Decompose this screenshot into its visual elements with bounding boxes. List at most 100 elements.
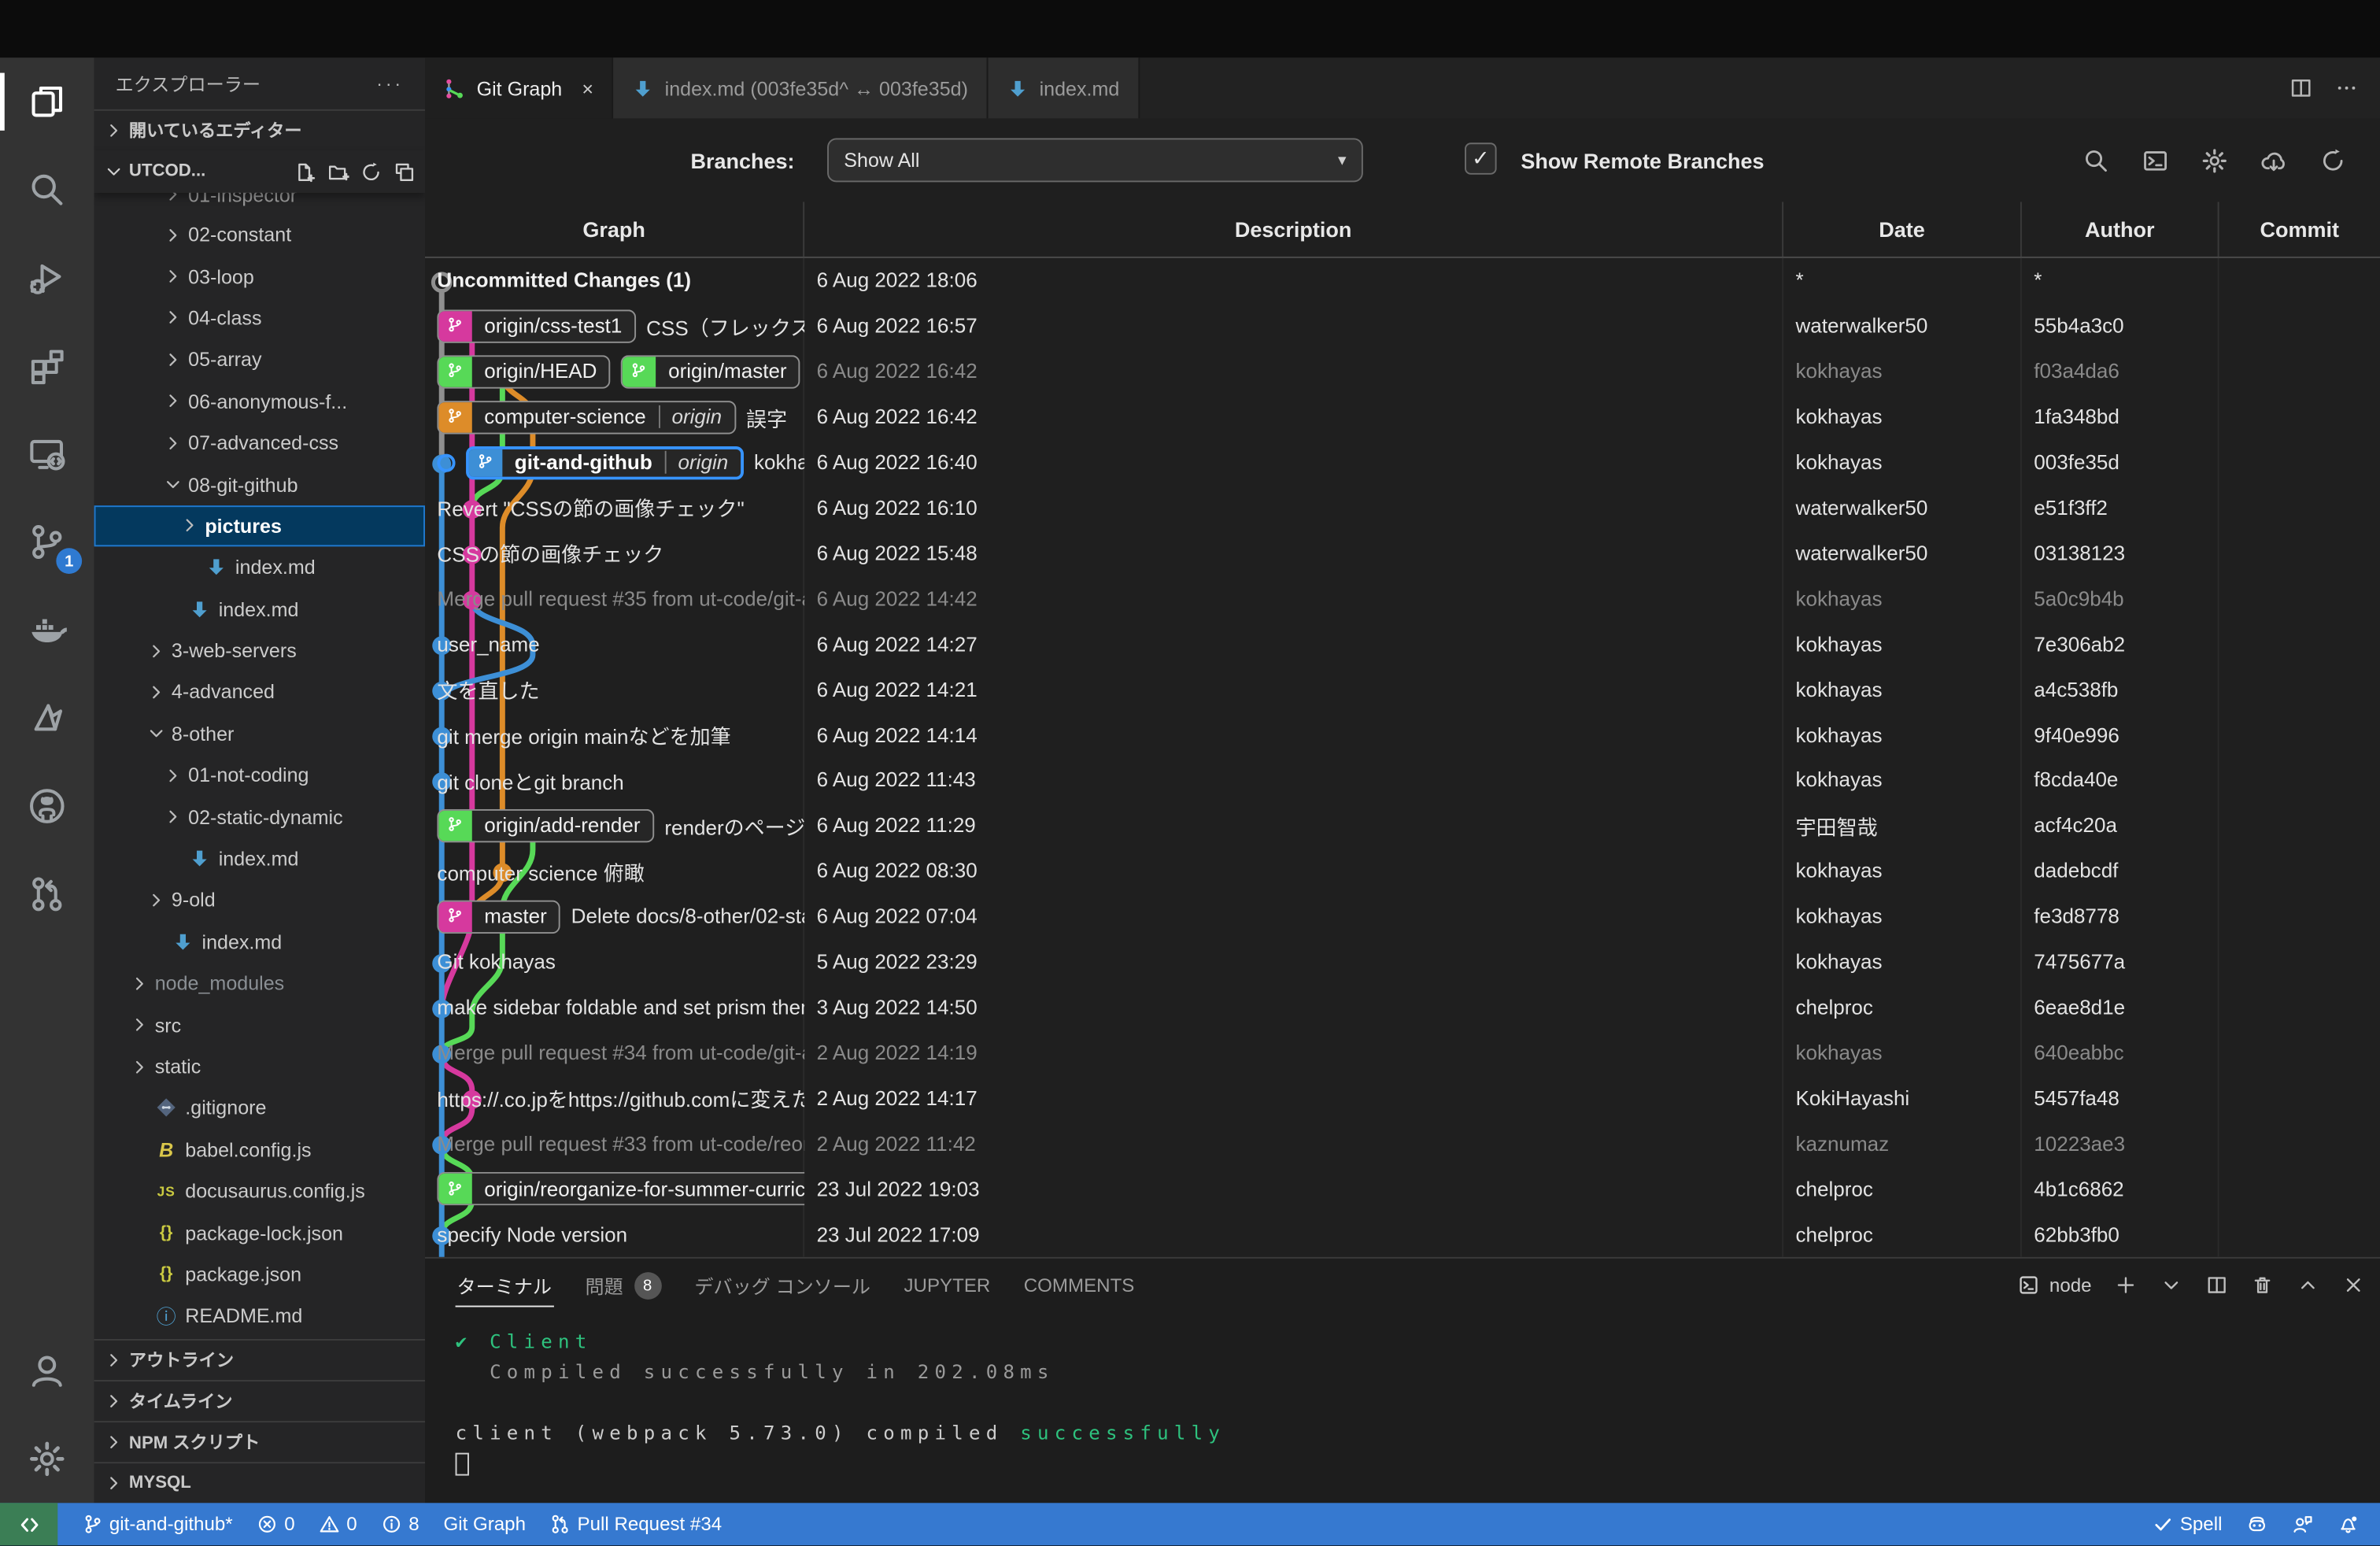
status-item-copilot-icon[interactable] [2246,1514,2267,1535]
panel-chevron-up-icon[interactable] [2297,1274,2319,1296]
activity-item-debug-icon[interactable] [0,234,94,322]
activity-item-origami-extension-icon[interactable] [0,674,94,762]
tree-item-01-inspector[interactable]: 01-inspector [94,193,425,214]
tree-item-06-anonymous-f...[interactable]: 06-anonymous-f... [94,380,425,422]
tree-item-babel.config.js[interactable]: Bbabel.config.js [94,1129,425,1171]
status-item-0[interactable]: 0 [257,1514,295,1535]
commit-row[interactable]: https://.co.jpをhttps://github.comに変えた2 A… [425,1075,2380,1121]
tree-item-02-constant[interactable]: 02-constant [94,214,425,256]
activity-item-gear-icon[interactable] [0,1415,94,1503]
tree-item-8-other[interactable]: 8-other [94,713,425,755]
split-editor-icon[interactable] [2289,76,2313,100]
shell-selector[interactable]: node [2017,1274,2091,1296]
activity-item-search-icon[interactable] [0,146,94,234]
toolbar-refresh-icon[interactable] [2319,146,2347,174]
terminal-output[interactable]: ✔ Client Compiled successfully in 202.08… [425,1311,2380,1478]
column-header-date[interactable]: Date [1783,202,2022,256]
commit-row[interactable]: Merge pull request #33 from ut-code/reor… [425,1121,2380,1167]
activity-item-account-icon[interactable] [0,1327,94,1415]
commit-row[interactable]: Merge pull request #34 from ut-code/git-… [425,1030,2380,1075]
tree-item-package-lock.json[interactable]: {}package-lock.json [94,1212,425,1254]
tree-item-03-loop[interactable]: 03-loop [94,256,425,298]
refresh-icon[interactable] [360,160,382,183]
ellipsis-icon[interactable] [2334,76,2359,100]
activity-item-extensions-icon[interactable] [0,322,94,410]
commit-row[interactable]: user_name6 Aug 2022 14:27kokhayas7e306ab… [425,621,2380,667]
activity-item-pull-request-icon[interactable] [0,850,94,938]
sidebar-section-NPM スクリプト[interactable]: NPM スクリプト [94,1421,425,1462]
commit-row[interactable]: computer-scienceorigin誤字6 Aug 2022 16:42… [425,394,2380,440]
branch-badge[interactable]: computer-scienceorigin [437,400,735,433]
branches-dropdown[interactable]: Show All ▾ [827,138,1363,182]
toolbar-terminal-icon[interactable] [2142,146,2169,174]
tree-item-08-git-github[interactable]: 08-git-github [94,464,425,505]
branch-badge[interactable]: master [437,900,560,933]
sidebar-section-アウトライン[interactable]: アウトライン [94,1339,425,1380]
tree-item-.gitignore[interactable]: .gitignore [94,1087,425,1129]
new-folder-icon[interactable] [327,160,349,183]
tree-item-02-static-dynamic[interactable]: 02-static-dynamic [94,796,425,838]
open-editors-section[interactable]: 開いているエディター [94,109,425,150]
commit-row[interactable]: origin/css-test1CSS（フレックスボックスまで）6 Aug 20… [425,304,2380,350]
panel-tab-JUPYTER[interactable]: JUPYTER [887,1259,1007,1312]
branch-badge[interactable]: origin/css-test1 [437,309,635,342]
workspace-section-header[interactable]: UTCOD... [94,150,425,193]
tree-item-index.md[interactable]: index.md [94,547,425,589]
panel-split-editor-icon[interactable] [2205,1274,2228,1296]
commit-row[interactable]: origin/HEADorigin/masterMerge pull reque… [425,349,2380,394]
activity-item-github-icon[interactable] [0,762,94,850]
status-item-8[interactable]: 8 [381,1514,419,1535]
commit-row[interactable]: origin/reorganize-for-summer-curriculum夏… [425,1166,2380,1211]
panel-chevron-down-icon[interactable] [2160,1274,2182,1296]
commit-row[interactable]: specify Node version23 Jul 2022 17:09che… [425,1211,2380,1257]
toolbar-search-icon[interactable] [2082,146,2110,174]
commit-row[interactable]: Merge pull request #35 from ut-code/git-… [425,576,2380,622]
commit-row[interactable]: computer science 俯瞰6 Aug 2022 08:30kokha… [425,849,2380,894]
tree-item-nodemodules[interactable]: node_modules [94,963,425,1004]
branch-badge[interactable]: origin/add-render [437,809,653,842]
column-header-graph[interactable]: Graph [425,202,804,256]
toolbar-gear-icon[interactable] [2201,146,2228,174]
activity-item-files-icon[interactable] [0,57,94,146]
close-icon[interactable]: × [582,76,593,99]
panel-trash-icon[interactable] [2251,1274,2274,1296]
commit-row[interactable]: masterDelete docs/8-other/02-static-dyna… [425,893,2380,939]
collapse-all-icon[interactable] [393,160,416,183]
activity-item-remote-explorer-icon[interactable] [0,410,94,498]
status-item-git-and-github-[interactable]: git-and-github* [82,1514,233,1535]
remote-indicator[interactable] [0,1503,57,1545]
commit-row[interactable]: 文を直した6 Aug 2022 14:21kokhayasa4c538fb [425,667,2380,712]
tree-item-9-old[interactable]: 9-old [94,879,425,921]
panel-tab-問題[interactable]: 問題8 [568,1259,678,1312]
activity-item-source-control-icon[interactable]: 1 [0,498,94,586]
tree-item-static[interactable]: static [94,1045,425,1087]
status-item-pull-request-34[interactable]: Pull Request #34 [550,1514,722,1535]
commit-row[interactable]: git-and-githuboriginkokhayas6 Aug 2022 1… [425,440,2380,486]
column-header-description[interactable]: Description [804,202,1783,256]
status-item-feedback-icon[interactable] [2292,1514,2313,1535]
commit-row[interactable]: make sidebar foldable and set prism them… [425,985,2380,1030]
panel-tab-ターミナル[interactable]: ターミナル [440,1259,568,1312]
show-remote-checkbox[interactable]: ✓ [1465,142,1497,174]
tree-item-05-array[interactable]: 05-array [94,338,425,380]
panel-tab-COMMENTS[interactable]: COMMENTS [1007,1259,1151,1312]
tree-item-package.json[interactable]: {}package.json [94,1254,425,1296]
tree-item-4-advanced[interactable]: 4-advanced [94,671,425,713]
commit-row[interactable]: git cloneとgit branch6 Aug 2022 11:43kokh… [425,757,2380,803]
tab-index.md[interactable]: index.md (003fe35d^ ↔ 003fe35d) [613,57,988,118]
tree-item-01-not-coding[interactable]: 01-not-coding [94,755,425,797]
tab-git[interactable]: Git Graph× [425,57,613,118]
commit-row[interactable]: origin/add-renderrenderのページを編集しました6 Aug … [425,803,2380,849]
commit-row[interactable]: Revert "CSSの節の画像チェック"6 Aug 2022 16:10wat… [425,485,2380,531]
commit-row[interactable]: Uncommitted Changes (1)6 Aug 2022 18:06*… [425,258,2380,304]
activity-item-docker-icon[interactable] [0,586,94,674]
tree-item-docusaurus.config.js[interactable]: JSdocusaurus.config.js [94,1171,425,1212]
column-header-author[interactable]: Author [2022,202,2219,256]
new-file-icon[interactable] [293,160,316,183]
commit-row[interactable]: Git kokhayas5 Aug 2022 23:29kokhayas7475… [425,939,2380,985]
tree-item-07-advanced-css[interactable]: 07-advanced-css [94,422,425,464]
sidebar-section-MYSQL[interactable]: MYSQL [94,1462,425,1503]
commit-row[interactable]: CSSの節の画像チェック6 Aug 2022 15:48waterwalker5… [425,531,2380,576]
status-item-0[interactable]: 0 [320,1514,357,1535]
toolbar-cloud-download-icon[interactable] [2260,146,2288,174]
